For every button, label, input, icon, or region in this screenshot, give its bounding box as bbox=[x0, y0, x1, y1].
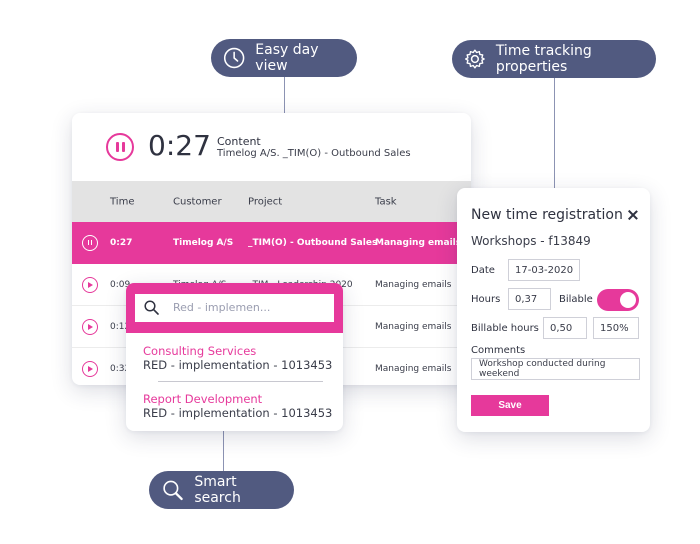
pause-timer-button[interactable] bbox=[106, 133, 134, 161]
search-dropdown: Red - implemen... Consulting Services RE… bbox=[126, 283, 343, 431]
table-header: Time Customer Project Task bbox=[72, 181, 471, 222]
row-task: Managing emails bbox=[375, 279, 452, 290]
row-task: Managing emails bbox=[375, 321, 452, 332]
search-icon bbox=[144, 300, 159, 315]
hours-label: Hours bbox=[471, 294, 501, 305]
workshop-label: Workshops - f13849 bbox=[471, 234, 591, 248]
time-tracking-badge: Time tracking properties bbox=[452, 40, 656, 78]
row-customer: Timelog A/S bbox=[173, 238, 234, 248]
billable-label: Bilable bbox=[559, 294, 593, 305]
play-icon[interactable] bbox=[82, 277, 98, 293]
gear-icon bbox=[465, 49, 485, 69]
time-tracking-label: Time tracking properties bbox=[495, 43, 592, 75]
billable-percent-field[interactable]: 150% bbox=[593, 317, 639, 339]
result-divider bbox=[158, 381, 323, 382]
close-icon[interactable] bbox=[628, 210, 638, 220]
row-task: Managing emails bbox=[375, 363, 452, 374]
play-icon[interactable] bbox=[82, 319, 98, 335]
easy-day-view-label: Easy day view bbox=[255, 42, 319, 74]
play-icon[interactable] bbox=[82, 361, 98, 377]
connector-line bbox=[554, 76, 555, 188]
smart-search-badge: Smart search bbox=[149, 471, 294, 509]
panel-title: New time registration bbox=[471, 207, 623, 223]
billable-hours-label: Billable hours bbox=[471, 323, 539, 334]
search-result-title[interactable]: Report Development bbox=[143, 392, 262, 406]
table-row[interactable]: 0:27 Timelog A/S _TIM(O) - Outbound Sale… bbox=[72, 222, 471, 264]
timer-elapsed: 0:27 bbox=[148, 129, 211, 162]
clock-icon bbox=[223, 47, 245, 69]
content-detail: Timelog A/S. _TIM(O) - Outbound Sales bbox=[217, 148, 411, 159]
search-input[interactable]: Red - implemen... bbox=[135, 294, 334, 322]
billable-toggle[interactable] bbox=[597, 289, 639, 311]
column-header-customer: Customer bbox=[173, 196, 222, 207]
date-label: Date bbox=[471, 265, 495, 276]
easy-day-view-badge: Easy day view bbox=[211, 39, 357, 77]
magnifier-icon bbox=[163, 480, 183, 501]
billable-hours-field[interactable]: 0,50 bbox=[543, 317, 587, 339]
search-result-title[interactable]: Consulting Services bbox=[143, 344, 256, 358]
search-bar: Red - implemen... bbox=[126, 283, 343, 333]
hours-field[interactable]: 0,37 bbox=[508, 288, 551, 310]
comments-label: Comments bbox=[471, 345, 526, 356]
date-field[interactable]: 17-03-2020 bbox=[508, 259, 580, 281]
search-placeholder: Red - implemen... bbox=[173, 301, 271, 314]
save-button[interactable]: Save bbox=[471, 395, 549, 416]
connector-line bbox=[223, 431, 224, 471]
connector-line bbox=[284, 76, 285, 113]
content-label: Content bbox=[217, 135, 261, 148]
row-task: Managing emails bbox=[375, 238, 462, 248]
time-registration-panel: New time registration Workshops - f13849… bbox=[457, 188, 650, 432]
search-result-subtitle[interactable]: RED - implementation - 1013453 bbox=[143, 358, 332, 372]
active-timer: 0:27 Content Timelog A/S. _TIM(O) - Outb… bbox=[72, 113, 471, 181]
row-project: _TIM(O) - Outbound Sales bbox=[248, 238, 378, 248]
column-header-task: Task bbox=[375, 196, 397, 207]
column-header-time: Time bbox=[110, 196, 135, 207]
column-header-project: Project bbox=[248, 196, 283, 207]
comments-field[interactable]: Workshop conducted during weekend bbox=[471, 358, 640, 380]
row-time: 0:27 bbox=[110, 238, 133, 248]
pause-icon[interactable] bbox=[82, 235, 98, 251]
smart-search-label: Smart search bbox=[194, 474, 241, 506]
search-result-subtitle[interactable]: RED - implementation - 1013453 bbox=[143, 406, 332, 420]
